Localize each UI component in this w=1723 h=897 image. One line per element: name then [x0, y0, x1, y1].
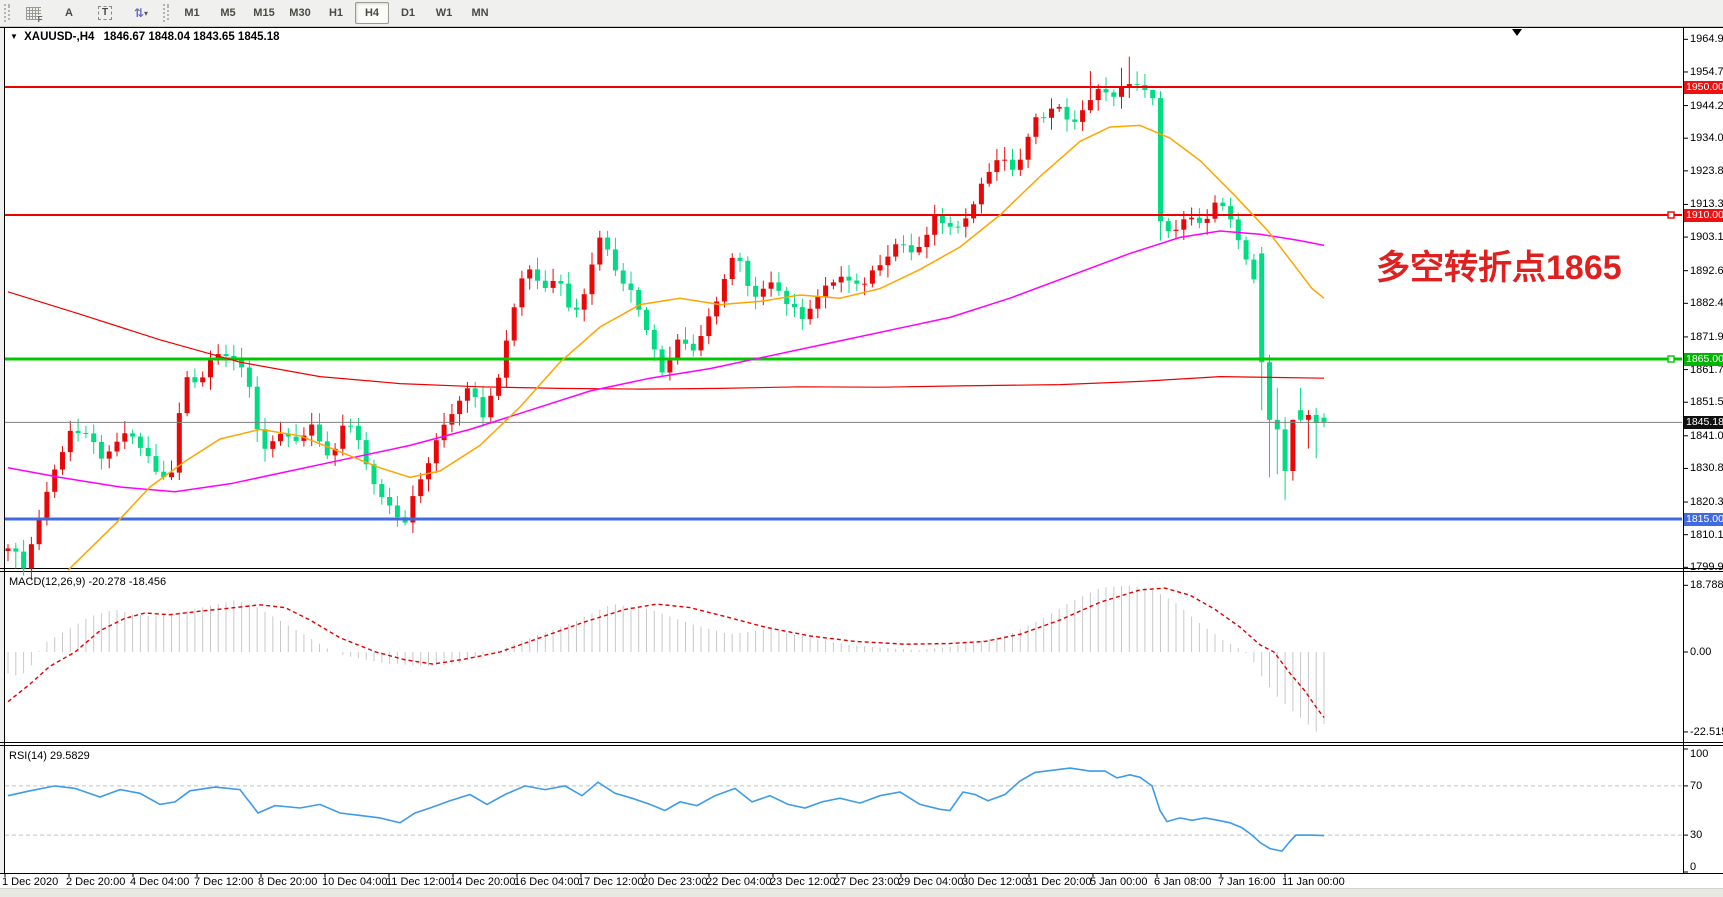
time-tick-label: 17 Dec 12:00: [578, 876, 643, 888]
price-tick-label: 1820.30: [1690, 496, 1723, 508]
macd-tick-label: 0.00: [1690, 646, 1711, 658]
time-tick-label: 11 Dec 12:00: [386, 876, 451, 888]
price-tick-label: 1830.80: [1690, 462, 1723, 474]
rsi-tick-label: 100: [1690, 748, 1708, 760]
price-tick-label: 1799.90: [1690, 561, 1723, 573]
quote-values: 1846.67 1848.04 1843.65 1845.18: [104, 31, 280, 43]
macd-tick-label: -22.515: [1690, 726, 1723, 738]
rsi-indicator-label: RSI(14) 29.5829: [9, 750, 90, 762]
chart-canvas[interactable]: [0, 0, 1723, 896]
price-tick-label: 1882.40: [1690, 297, 1723, 309]
ma-slow-line: [8, 292, 1324, 389]
rsi-tick-label: 30: [1690, 829, 1702, 841]
price-tick-label: 1871.90: [1690, 331, 1723, 343]
rsi-tick-label: 0: [1690, 861, 1696, 873]
time-tick-label: 7 Dec 12:00: [194, 876, 253, 888]
autoscroll-icon[interactable]: [1512, 29, 1522, 36]
price-badge: 1910.00: [1684, 209, 1723, 222]
chart-title: ▼ XAUUSD-,H4 1846.67 1848.04 1843.65 184…: [10, 31, 280, 43]
ma-fast-line: [68, 125, 1324, 570]
price-badge: 1845.18: [1684, 416, 1723, 429]
ma-mid-line: [8, 231, 1324, 492]
time-tick-label: 29 Dec 04:00: [898, 876, 963, 888]
price-tick-label: 1892.60: [1690, 265, 1723, 277]
time-tick-label: 7 Jan 16:00: [1218, 876, 1276, 888]
symbol-label: XAUUSD-,H4: [24, 31, 94, 43]
time-tick-label: 27 Dec 23:00: [834, 876, 899, 888]
price-tick-label: 1810.10: [1690, 529, 1723, 541]
time-tick-label: 4 Dec 04:00: [130, 876, 189, 888]
price-tick-label: 1964.90: [1690, 33, 1723, 45]
price-tick-label: 1934.00: [1690, 132, 1723, 144]
time-tick-label: 1 Dec 2020: [2, 876, 58, 888]
time-tick-label: 6 Jan 08:00: [1154, 876, 1212, 888]
macd-indicator-label: MACD(12,26,9) -20.278 -18.456: [9, 576, 166, 588]
price-tick-label: 1841.00: [1690, 430, 1723, 442]
time-tick-label: 31 Dec 20:00: [1026, 876, 1091, 888]
price-tick-label: 1851.50: [1690, 396, 1723, 408]
time-tick-label: 23 Dec 12:00: [770, 876, 835, 888]
time-tick-label: 16 Dec 04:00: [514, 876, 579, 888]
rsi-line: [8, 768, 1324, 851]
time-tick-label: 14 Dec 20:00: [450, 876, 515, 888]
macd-signal-line: [8, 588, 1324, 717]
price-tick-label: 1944.20: [1690, 100, 1723, 112]
line-handle: [1668, 212, 1674, 218]
symbol-dropdown-icon[interactable]: ▼: [10, 32, 18, 41]
time-tick-label: 2 Dec 20:00: [66, 876, 125, 888]
line-handle: [1668, 356, 1674, 362]
rsi-tick-label: 70: [1690, 780, 1702, 792]
time-tick-label: 5 Jan 00:00: [1090, 876, 1148, 888]
price-badge: 1950.00: [1684, 81, 1723, 94]
price-tick-label: 1923.80: [1690, 165, 1723, 177]
time-tick-label: 30 Dec 12:00: [962, 876, 1027, 888]
time-tick-label: 10 Dec 04:00: [322, 876, 387, 888]
time-tick-label: 11 Jan 00:00: [1282, 876, 1345, 888]
price-badge: 1815.00: [1684, 513, 1723, 526]
time-tick-label: 22 Dec 04:00: [706, 876, 771, 888]
price-tick-label: 1903.10: [1690, 231, 1723, 243]
annotation-text[interactable]: 多空转折点1865: [1376, 240, 1622, 289]
macd-tick-label: 18.788: [1690, 579, 1723, 591]
time-tick-label: 20 Dec 23:00: [642, 876, 707, 888]
price-tick-label: 1954.70: [1690, 66, 1723, 78]
time-tick-label: 8 Dec 20:00: [258, 876, 317, 888]
price-badge: 1865.00: [1684, 353, 1723, 366]
